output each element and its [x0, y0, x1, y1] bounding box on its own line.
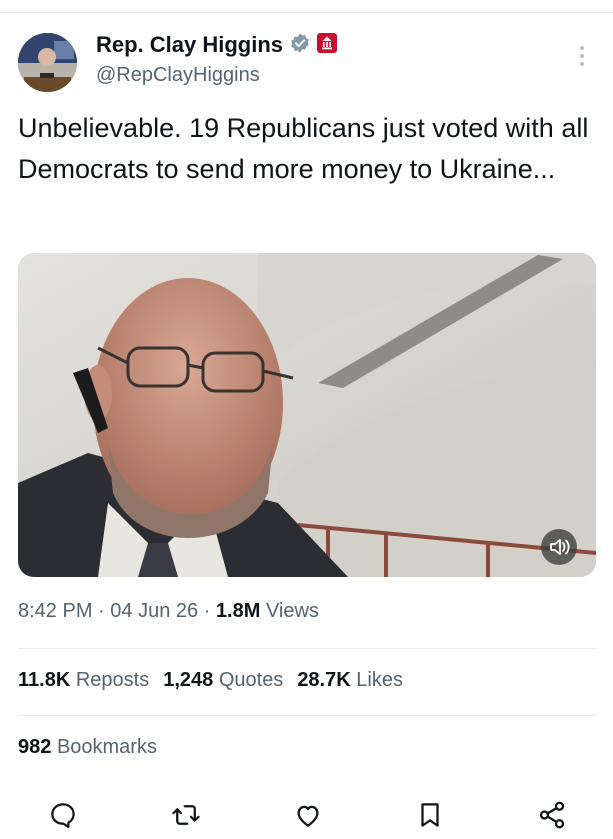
likes-count: 28.7K: [297, 669, 351, 691]
bookmark-icon[interactable]: [415, 800, 445, 830]
video-frame: [18, 253, 596, 577]
speaker-muted-icon[interactable]: [541, 529, 577, 565]
author-handle[interactable]: @RepClayHiggins: [96, 64, 260, 87]
quotes-stat[interactable]: 1,248 Quotes: [163, 669, 283, 691]
verified-badge-icon: [289, 32, 311, 59]
views-count: 1.8M: [215, 600, 261, 622]
tweet-meta: 8:42 PM · 04 Jun 26 · 1.8M Views: [18, 600, 319, 623]
share-icon[interactable]: [537, 800, 567, 830]
bookmarks-stat[interactable]: 982 Bookmarks: [18, 736, 157, 759]
author-display-name[interactable]: Rep. Clay Higgins: [96, 32, 283, 58]
engagement-stats: 11.8K Reposts 1,248 Quotes 28.7K Likes: [18, 669, 403, 692]
reposts-label: Reposts: [75, 669, 150, 691]
avatar[interactable]: [18, 33, 77, 92]
meta-separator: ·: [98, 600, 111, 622]
divider: [18, 715, 596, 716]
tweet-date[interactable]: 04 Jun 26: [110, 600, 198, 622]
meta-separator: ·: [203, 600, 216, 622]
author-name-row: Rep. Clay Higgins: [96, 30, 338, 60]
video-player[interactable]: [18, 253, 596, 577]
bookmarks-count: 982: [18, 736, 52, 758]
heart-icon[interactable]: [293, 800, 323, 830]
reply-icon[interactable]: [48, 800, 78, 830]
reposts-count: 11.8K: [18, 669, 71, 691]
quotes-label: Quotes: [218, 669, 284, 691]
top-divider: [0, 12, 613, 13]
views-label: Views: [265, 600, 319, 622]
tweet-time[interactable]: 8:42 PM: [18, 600, 92, 622]
repost-icon[interactable]: [171, 800, 201, 830]
government-affiliation-icon[interactable]: [317, 32, 338, 58]
quotes-count: 1,248: [163, 669, 214, 691]
avatar-photo: [18, 33, 77, 92]
divider: [18, 648, 596, 649]
reposts-stat[interactable]: 11.8K Reposts: [18, 669, 149, 691]
tweet-text: Unbelievable. 19 Republicans just voted …: [18, 113, 589, 184]
bookmarks-label: Bookmarks: [56, 736, 157, 758]
more-vertical-icon[interactable]: [572, 44, 592, 68]
likes-label: Likes: [356, 669, 403, 691]
likes-stat[interactable]: 28.7K Likes: [297, 669, 403, 691]
